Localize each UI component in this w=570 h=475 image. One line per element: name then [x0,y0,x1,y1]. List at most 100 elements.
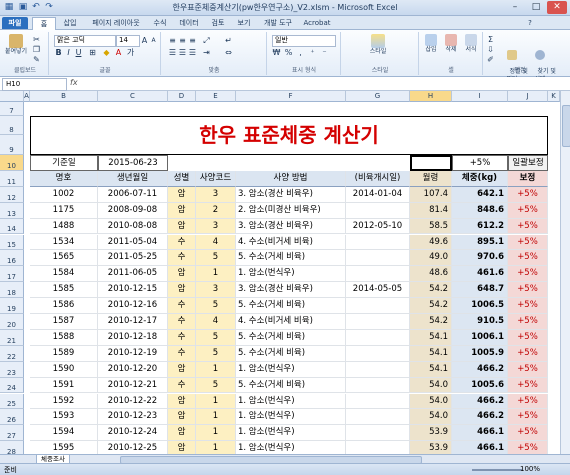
table-cell[interactable]: 1 [196,409,236,426]
tab-formulas[interactable]: 수식 [148,17,172,29]
grow-font-icon[interactable]: A [140,36,149,45]
orientation-icon[interactable]: ⤢ [202,36,211,45]
comma-icon[interactable]: , [296,48,305,57]
help-icon[interactable]: ? [525,17,535,29]
table-cell[interactable]: +5% [508,409,548,426]
row-header-10[interactable]: 10 [0,155,24,171]
row-header-20[interactable]: 20 [0,314,24,330]
table-cell[interactable]: 3 [196,282,236,299]
phonetic-icon[interactable]: 가 [126,48,135,57]
table-cell[interactable]: +5% [508,329,548,346]
table-cell[interactable]: +5% [508,393,548,410]
base-date-value[interactable]: 2015-06-23 [98,155,168,171]
shrink-font-icon[interactable]: A [149,36,158,45]
align-top-icon[interactable]: ≡ [168,36,177,45]
row-header-8[interactable]: 8 [0,116,24,135]
table-cell[interactable]: 3 [196,186,236,203]
table-cell[interactable]: +5% [508,234,548,251]
table-cell[interactable]: +5% [508,266,548,283]
table-cell[interactable]: 4 [196,234,236,251]
wrap-text-icon[interactable]: ↵ [224,36,233,45]
tab-insert[interactable]: 삽입 [58,17,82,29]
percent-icon[interactable]: % [284,48,293,57]
tab-review[interactable]: 검토 [206,17,230,29]
italic-icon[interactable]: I [64,48,73,57]
table-cell[interactable]: 1 [196,266,236,283]
table-cell[interactable]: 1 [196,393,236,410]
row-header-11[interactable]: 11 [0,170,24,187]
copy-icon[interactable]: ❐ [32,45,41,54]
select-all-corner[interactable] [0,91,24,102]
name-box[interactable]: H10 [2,78,67,91]
table-cell[interactable]: 5 [196,377,236,394]
close-button[interactable]: ✕ [547,1,567,14]
row-header-19[interactable]: 19 [0,298,24,314]
formula-input[interactable] [88,78,558,89]
table-cell[interactable]: +5% [508,218,548,235]
fill-icon[interactable]: ⇩ [486,45,495,54]
tab-view[interactable]: 보기 [232,17,256,29]
table-cell[interactable]: +5% [508,314,548,330]
row-header-26[interactable]: 26 [0,409,24,426]
row-header-12[interactable]: 12 [0,186,24,203]
row-header-27[interactable]: 27 [0,425,24,442]
cut-icon[interactable]: ✂ [32,35,41,44]
align-left-icon[interactable]: ☰ [168,48,177,57]
font-size-select[interactable]: 14 [116,35,140,47]
vertical-scroll-thumb[interactable] [562,105,570,147]
table-cell[interactable]: 1 [196,441,236,454]
tab-file[interactable]: 파일 [2,17,28,29]
bulk-adjust-button[interactable]: 일괄보정 [508,155,548,171]
table-cell[interactable]: 2 [196,202,236,219]
delete-cells-button[interactable]: 삭제 [442,34,460,54]
column-header-g[interactable]: G [346,91,410,102]
clear-icon[interactable]: ✐ [486,55,495,64]
row-header-7[interactable]: 7 [0,102,24,116]
row-header-14[interactable]: 14 [0,218,24,235]
border-icon[interactable]: ⊞ [88,48,97,57]
row-header-13[interactable]: 13 [0,202,24,219]
table-cell[interactable]: +5% [508,186,548,203]
minimize-button[interactable]: – [505,1,525,14]
column-header-k[interactable]: K [548,91,560,102]
table-cell[interactable]: 5 [196,298,236,314]
maximize-button[interactable]: □ [526,1,546,14]
column-header-j[interactable]: J [508,91,548,102]
fx-icon[interactable]: fx [70,78,78,87]
align-center-icon[interactable]: ☰ [178,48,187,57]
tab-data[interactable]: 데이터 [174,17,204,29]
table-cell[interactable]: +5% [508,202,548,219]
autosum-icon[interactable]: Σ [486,35,495,44]
table-cell[interactable]: +5% [508,377,548,394]
row-header-17[interactable]: 17 [0,266,24,283]
table-cell[interactable]: +5% [508,425,548,442]
font-name-select[interactable]: 맑은 고딕 [54,35,116,47]
format-painter-icon[interactable]: ✎ [32,55,41,64]
increase-decimal-icon[interactable]: ⁺ [308,48,317,57]
number-format-select[interactable]: 일반 [272,35,336,47]
underline-icon[interactable]: U [74,48,83,57]
table-cell[interactable]: +5% [508,361,548,378]
table-cell[interactable]: 3 [196,218,236,235]
row-header-23[interactable]: 23 [0,361,24,378]
paste-button[interactable]: 붙여넣기 [4,34,28,56]
tab-acrobat[interactable]: Acrobat [300,17,334,29]
currency-icon[interactable]: ₩ [272,48,281,57]
zoom-slider[interactable] [472,469,522,471]
table-cell[interactable]: +5% [508,441,548,454]
table-cell[interactable]: 5 [196,329,236,346]
merge-center-icon[interactable]: ⇔ [224,48,233,57]
fill-color-icon[interactable]: ◆ [102,48,111,57]
column-header-b[interactable]: B [30,91,98,102]
decrease-decimal-icon[interactable]: ⁻ [320,48,329,57]
table-cell[interactable]: 5 [196,250,236,267]
row-header-9[interactable]: 9 [0,135,24,155]
table-cell[interactable]: 1 [196,361,236,378]
table-cell[interactable]: +5% [508,345,548,362]
table-cell[interactable]: 4 [196,314,236,330]
indent-icon[interactable]: ⇥ [202,48,211,57]
row-header-21[interactable]: 21 [0,329,24,346]
column-header-i[interactable]: I [452,91,508,102]
bold-icon[interactable]: B [54,48,63,57]
table-cell[interactable]: +5% [508,250,548,267]
